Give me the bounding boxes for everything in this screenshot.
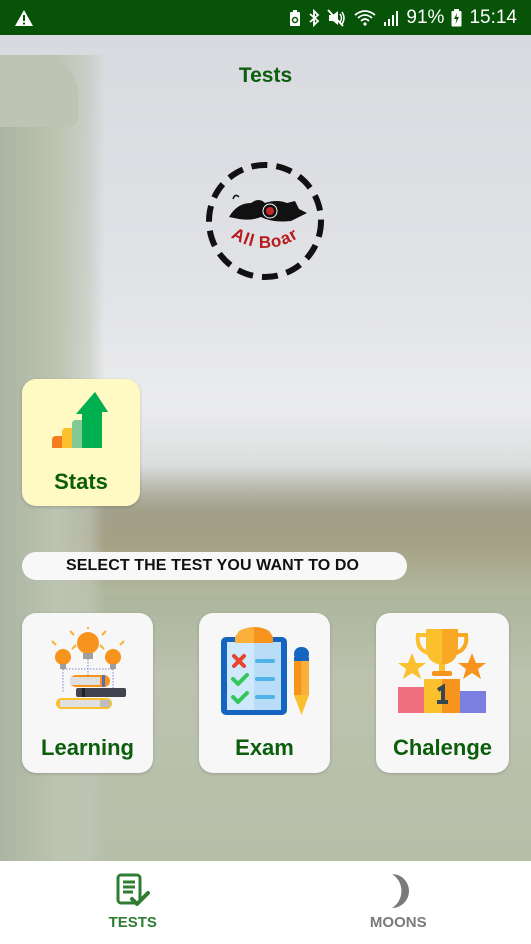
stats-label: Stats [54,469,108,494]
learning-label: Learning [41,735,134,760]
challenge-label: Chalenge [392,735,493,760]
clock: 15:14 [469,6,517,28]
all-boar-logo: All Boar [203,159,327,283]
moon-icon [392,874,410,908]
bar-chart-growth-icon [52,392,108,448]
battery-saver-icon [289,9,301,27]
svg-text:All Boar: All Boar [229,224,302,252]
clipboard-checklist-icon [221,627,309,715]
status-bar: 91% 15:14 [0,0,531,35]
trophy-podium-icon [398,629,486,713]
battery-percent: 91% [406,6,445,28]
tab-tests-label: TESTS [108,914,157,931]
learning-test-button[interactable]: Learning [22,613,153,773]
lightbulbs-books-icon [51,627,126,709]
bluetooth-icon [308,8,320,27]
battery-charging-icon [451,8,462,27]
select-test-prompt: SELECT THE TEST YOU WANT TO DO [22,552,407,580]
exam-test-button[interactable]: Exam [199,613,330,773]
mute-icon [327,8,347,27]
tab-moons-label: MOONS [369,914,427,931]
logo-text: All Boar [229,224,301,252]
bottom-navigation: TESTS MOONS [0,861,531,944]
signal-icon [383,9,399,27]
page-title: Tests [238,64,293,87]
wifi-icon [354,9,376,27]
tab-tests[interactable]: TESTS [0,861,266,944]
tab-moons[interactable]: MOONS [266,861,531,944]
challenge-test-button[interactable]: Chalenge [376,613,509,773]
warning-triangle-icon [14,9,34,27]
boar-icon [229,194,307,222]
stats-button[interactable]: Stats [22,379,140,506]
checklist-icon [116,873,150,906]
exam-label: Exam [235,735,294,760]
